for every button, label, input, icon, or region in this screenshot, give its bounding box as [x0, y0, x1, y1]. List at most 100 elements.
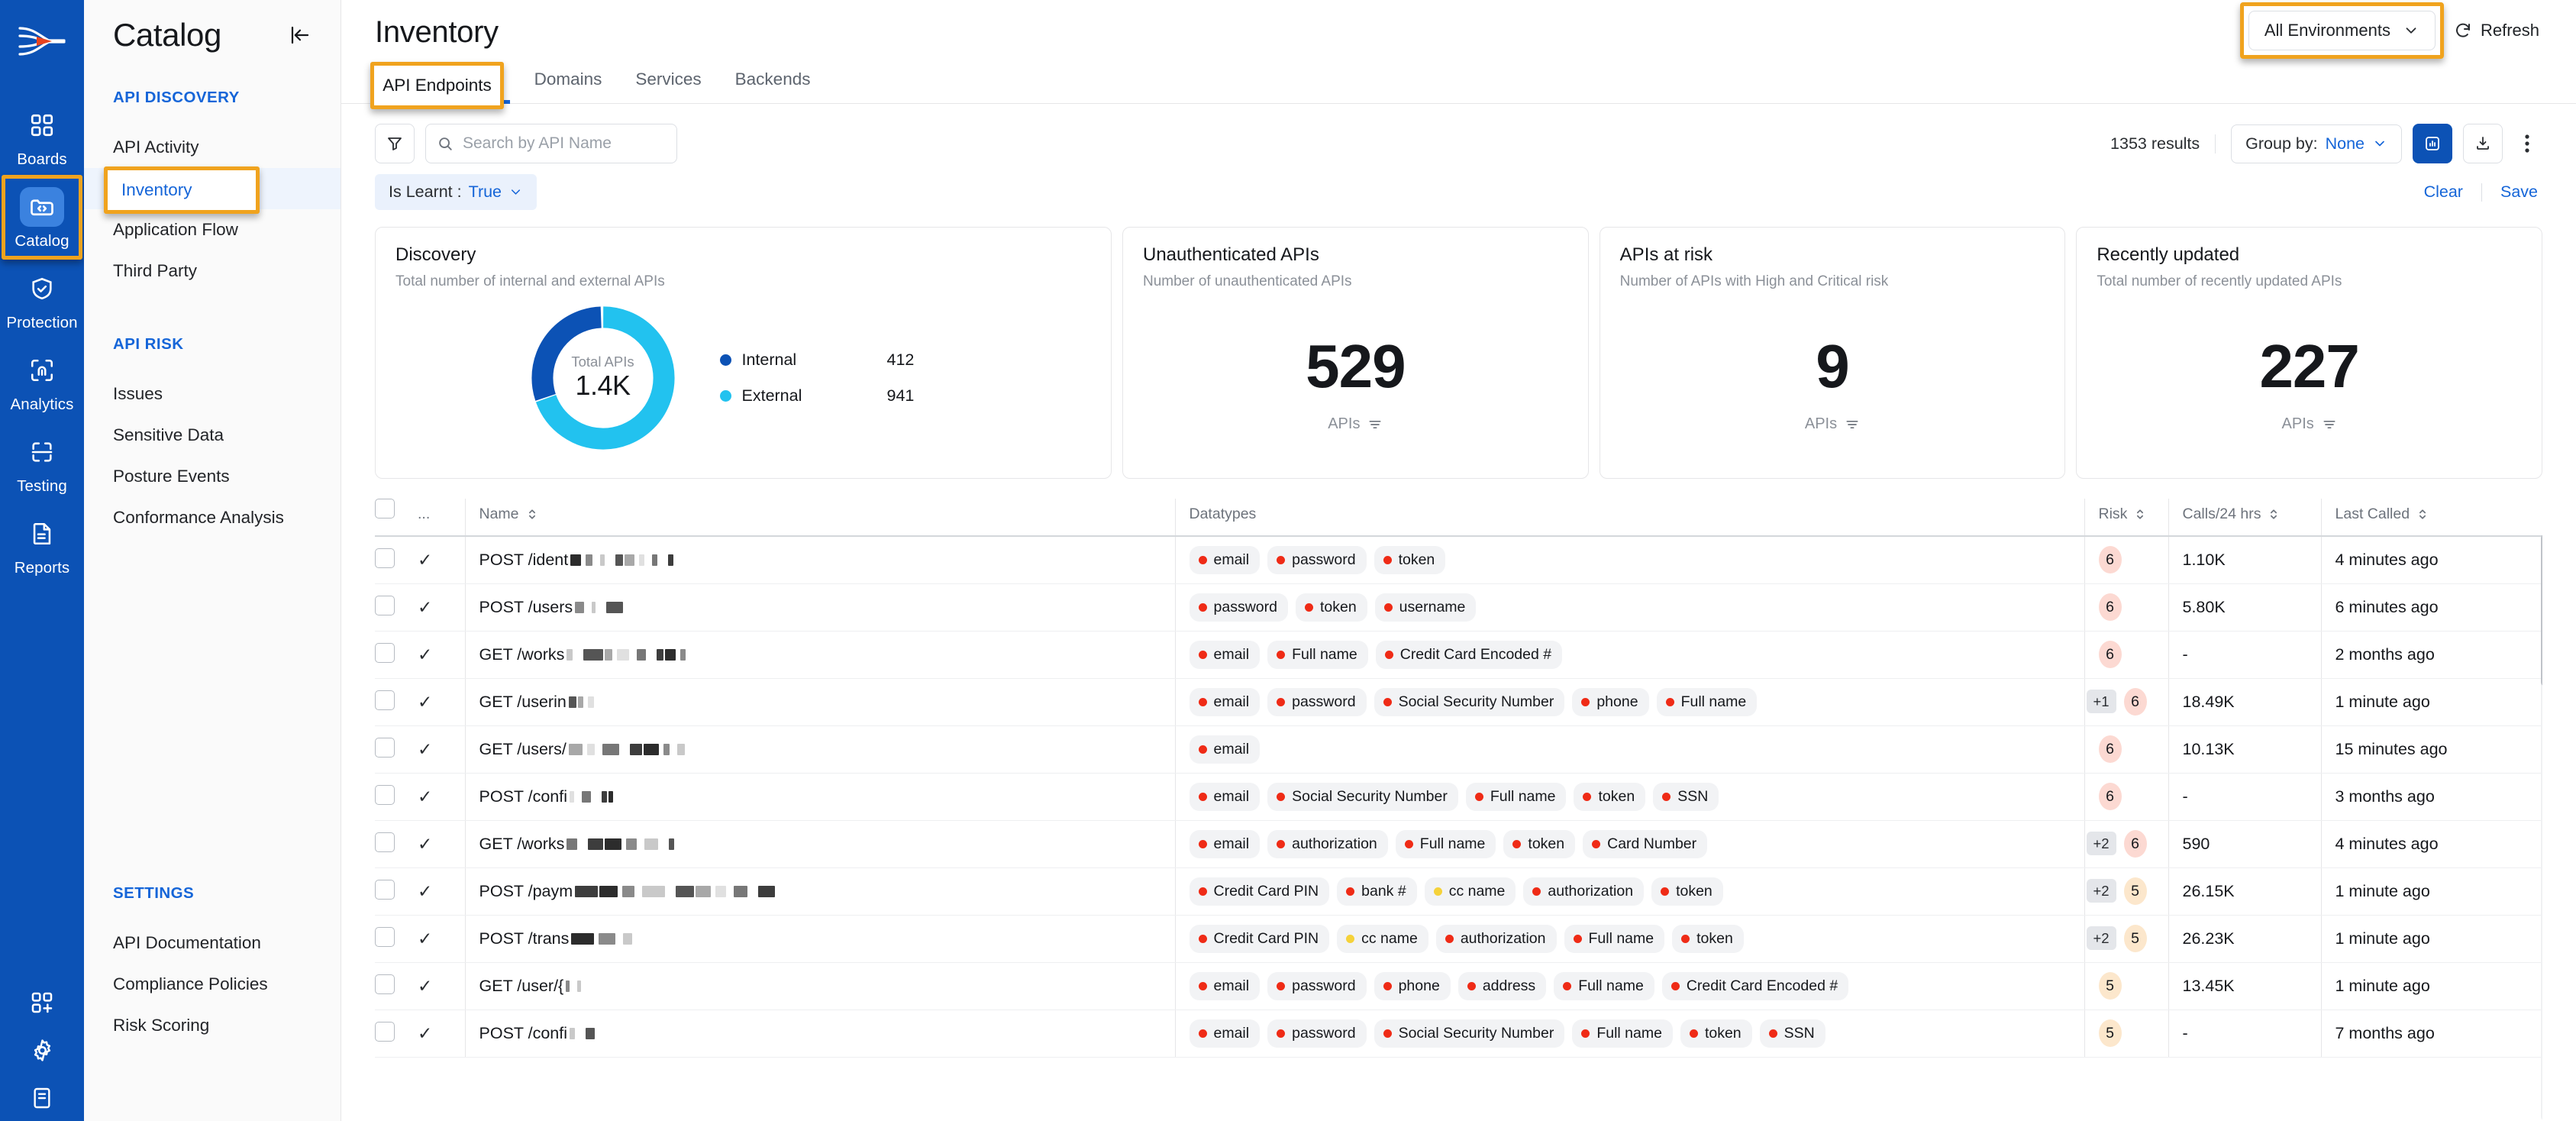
sidebar-item-issues[interactable]: Issues [84, 373, 341, 415]
sidebar-item-compliance-policies[interactable]: Compliance Policies [84, 964, 341, 1005]
datatype-tag[interactable]: Full name [1465, 782, 1567, 811]
tab-services[interactable]: Services [618, 60, 718, 103]
sidebar-item-posture-events[interactable]: Posture Events [84, 456, 341, 497]
datatype-tag[interactable]: email [1189, 640, 1261, 669]
sidebar-item-inventory[interactable]: Inventory [84, 168, 341, 210]
datatype-tag[interactable]: email [1189, 829, 1261, 858]
datatype-tag[interactable]: Full name [1572, 1019, 1673, 1048]
gear-icon[interactable] [0, 1038, 84, 1063]
datatype-tag[interactable]: token [1651, 877, 1723, 906]
tab-domains[interactable]: Domains [518, 60, 619, 103]
funnel-filter-icon[interactable] [375, 124, 415, 163]
table-row[interactable]: ✓ GET /user/{email password phone address Ful… [375, 962, 2542, 1010]
datatype-tag[interactable]: password [1267, 971, 1367, 1000]
th-name[interactable]: Name [464, 499, 1175, 537]
datatype-tag[interactable]: username [1374, 593, 1477, 622]
rail-item-analytics[interactable]: Analytics [0, 340, 84, 422]
datatype-tag[interactable]: token [1574, 782, 1646, 811]
sidebar-item-api-documentation[interactable]: API Documentation [84, 922, 341, 964]
row-checkbox[interactable] [375, 1021, 395, 1042]
row-name-cell[interactable]: POST /trans [464, 915, 1175, 963]
datatype-tag[interactable]: Full name [1564, 924, 1665, 953]
rail-item-catalog[interactable]: Catalog [0, 175, 84, 260]
row-checkbox[interactable] [375, 548, 395, 568]
datatype-tag[interactable]: token [1503, 829, 1576, 858]
search-input-wrap[interactable] [425, 124, 677, 163]
row-name-cell[interactable]: GET /works [464, 820, 1175, 868]
datatype-tag[interactable]: Full name [1267, 640, 1368, 669]
datatype-tag[interactable]: email [1189, 782, 1261, 811]
sort-icon[interactable] [2268, 507, 2279, 522]
datatype-tag[interactable]: Card Number [1583, 829, 1708, 858]
grid-plus-icon[interactable] [0, 990, 84, 1015]
row-checkbox[interactable] [375, 879, 395, 900]
table-scrollbar[interactable] [2541, 534, 2542, 1121]
datatype-overflow-badge[interactable]: +1 [2086, 689, 2116, 713]
datatype-overflow-badge[interactable]: +2 [2086, 878, 2116, 903]
clear-filters-button[interactable]: Clear [2406, 183, 2481, 202]
row-checkbox[interactable] [375, 974, 395, 994]
datatype-tag[interactable]: email [1189, 1019, 1261, 1048]
sort-icon[interactable] [2417, 507, 2428, 522]
filter-lines-icon[interactable] [1845, 417, 1860, 432]
row-checkbox[interactable] [375, 737, 395, 758]
download-icon[interactable] [2463, 124, 2503, 163]
row-name-cell[interactable]: GET /userin [464, 678, 1175, 726]
datatype-tag[interactable]: address [1457, 971, 1547, 1000]
datatype-tag[interactable]: SSN [1759, 1019, 1825, 1048]
row-name-cell[interactable]: POST /confi [464, 1010, 1175, 1058]
collapse-panel-icon[interactable] [289, 24, 312, 47]
datatype-tag[interactable]: bank # [1337, 877, 1417, 906]
row-checkbox[interactable] [375, 784, 395, 805]
datatype-overflow-badge[interactable]: +2 [2086, 926, 2116, 950]
row-name-cell[interactable]: GET /user/{ [464, 962, 1175, 1010]
row-name-cell[interactable]: GET /works [464, 631, 1175, 679]
datatype-tag[interactable]: Social Security Number [1267, 782, 1458, 811]
table-row[interactable]: ✓ POST /users password token username 6 5.80K 6… [375, 583, 2542, 632]
datatype-tag[interactable]: Full name [1395, 829, 1496, 858]
tab-api-endpoints[interactable]: API Endpoints [375, 60, 518, 104]
datatype-tag[interactable]: Credit Card Encoded # [1661, 971, 1849, 1000]
row-checkbox[interactable] [375, 832, 395, 852]
row-name-cell[interactable]: POST /ident [464, 536, 1175, 584]
sidebar-item-third-party[interactable]: Third Party [84, 250, 341, 292]
row-checkbox[interactable] [375, 642, 395, 663]
refresh-button[interactable]: Refresh [2440, 11, 2553, 50]
datatype-tag[interactable]: Social Security Number [1374, 687, 1565, 716]
table-row[interactable]: ✓ GET /users/email 6 10.13K 15 minutes ago [375, 725, 2542, 774]
datatype-tag[interactable]: email [1189, 735, 1261, 764]
datatype-tag[interactable]: Full name [1656, 687, 1758, 716]
tab-backends[interactable]: Backends [718, 60, 828, 103]
row-checkbox[interactable] [375, 690, 395, 710]
sidebar-item-risk-scoring[interactable]: Risk Scoring [84, 1005, 341, 1046]
save-filters-button[interactable]: Save [2482, 183, 2542, 202]
datatype-tag[interactable]: password [1267, 1019, 1367, 1048]
datatype-tag[interactable]: Credit Card PIN [1189, 924, 1330, 953]
sidebar-item-application-flow[interactable]: Application Flow [84, 209, 341, 250]
environment-selector[interactable]: All Environments [2248, 11, 2436, 50]
rail-item-boards[interactable]: Boards [0, 95, 84, 176]
table-row[interactable]: ✓ POST /confi email password Social Security… [375, 1010, 2542, 1058]
table-row[interactable]: ✓ POST /paym Credit Card PIN bank # cc name a… [375, 867, 2542, 916]
rail-item-reports[interactable]: Reports [0, 503, 84, 585]
rail-item-protection[interactable]: Protection [0, 258, 84, 340]
datatype-tag[interactable]: token [1374, 545, 1446, 574]
datatype-tag[interactable]: authorization [1435, 924, 1557, 953]
datatype-tag[interactable]: password [1267, 687, 1367, 716]
datatype-tag[interactable]: token [1680, 1019, 1752, 1048]
sort-icon[interactable] [2135, 507, 2145, 522]
filter-chip-is-learnt[interactable]: Is Learnt : True [375, 174, 537, 210]
datatype-tag[interactable]: SSN [1653, 782, 1719, 811]
sort-icon[interactable] [527, 507, 537, 522]
search-input[interactable] [463, 134, 666, 153]
datatype-tag[interactable]: token [1672, 924, 1744, 953]
row-name-cell[interactable]: POST /paym [464, 867, 1175, 916]
datatype-tag[interactable]: phone [1374, 971, 1451, 1000]
group-by-selector[interactable]: Group by: None [2231, 124, 2402, 163]
th-last-called[interactable]: Last Called [2320, 499, 2542, 537]
sidebar-item-conformance-analysis[interactable]: Conformance Analysis [84, 497, 341, 538]
kebab-menu-icon[interactable] [2512, 124, 2542, 163]
datatype-tag[interactable]: token [1295, 593, 1367, 622]
datatype-tag[interactable]: email [1189, 971, 1261, 1000]
row-checkbox[interactable] [375, 926, 395, 947]
